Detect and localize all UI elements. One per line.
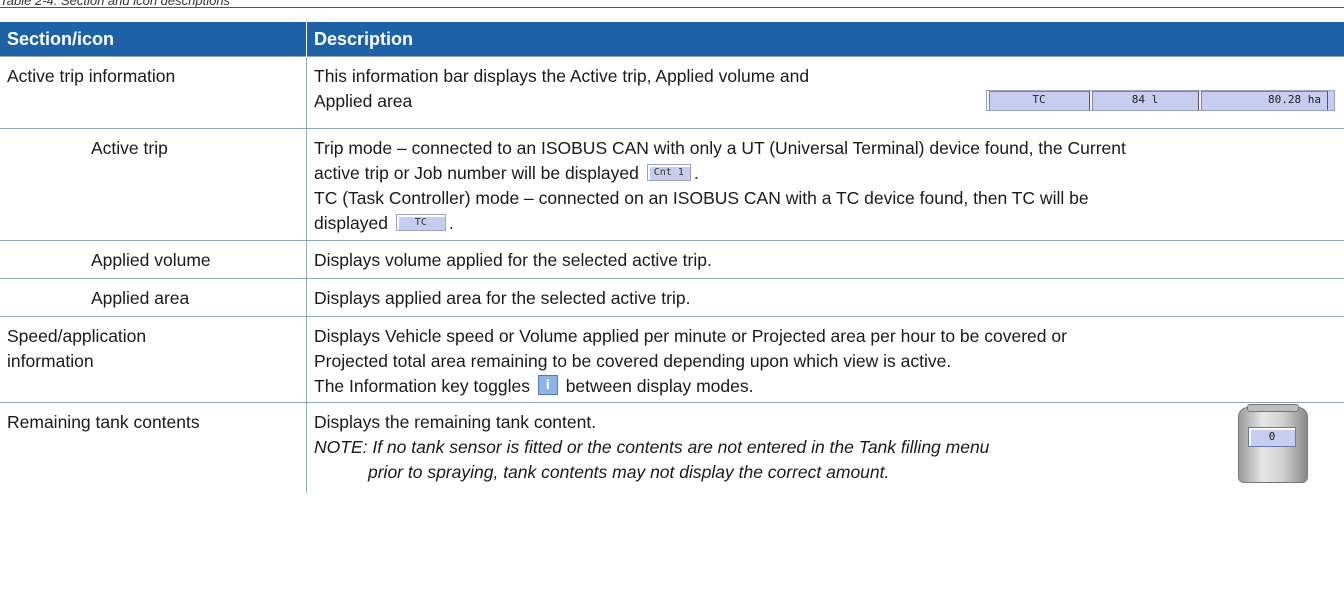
table-row: Speed/application information Displays V… xyxy=(0,316,1344,403)
description-text: Trip mode – connected to an ISOBUS CAN w… xyxy=(314,138,1126,158)
description-text: Displays applied area for the selected a… xyxy=(306,278,1344,317)
description-text: Projected total area remaining to be cov… xyxy=(314,351,952,371)
description-cell: Trip mode – connected to an ISOBUS CAN w… xyxy=(306,128,1344,241)
info-icon: i xyxy=(537,375,558,396)
description-cell: Displays the remaining tank content. NOT… xyxy=(306,402,1344,493)
tank-lid xyxy=(1247,404,1299,412)
section-label: Applied area xyxy=(0,278,307,317)
info-status-bar: TC 84 l 80.28 ha xyxy=(986,90,1335,111)
description-cell: Displays Vehicle speed or Volume applied… xyxy=(306,316,1344,403)
description-cell: This information bar displays the Active… xyxy=(306,56,1344,129)
header-row: Section/icon Description xyxy=(0,22,1344,57)
description-text: displayed xyxy=(314,213,388,233)
table-caption: Table 2-4: Section and icon descriptions xyxy=(0,0,1344,8)
status-trip: TC xyxy=(987,91,1090,110)
description-text: This information bar displays the Active… xyxy=(314,66,810,86)
section-label: Active trip information xyxy=(0,56,307,129)
description-line: displayed TC. xyxy=(314,211,1344,236)
description-text: TC (Task Controller) mode – connected on… xyxy=(314,188,1089,208)
note-text: prior to spraying, tank contents may not… xyxy=(368,462,890,482)
tank-icon: 0 xyxy=(1238,404,1308,483)
note-text: NOTE: If no tank sensor is fitted or the… xyxy=(314,437,990,457)
description-text: Displays Vehicle speed or Volume applied… xyxy=(314,326,1067,346)
status-area: 80.28 ha xyxy=(1199,91,1328,110)
description-text: Displays the remaining tank content. xyxy=(314,412,597,432)
cnt-icon: Cnt 1 xyxy=(646,163,691,181)
descriptions-table: Section/icon Description Active trip inf… xyxy=(0,22,1344,493)
section-label: Remaining tank contents xyxy=(0,402,307,493)
header-section: Section/icon xyxy=(0,22,307,57)
description-text: active trip or Job number will be displa… xyxy=(314,163,639,183)
section-label: Applied volume xyxy=(0,240,307,279)
table-row: Active trip Trip mode – connected to an … xyxy=(0,128,1344,241)
tank-value: 0 xyxy=(1248,427,1296,447)
description-text: . xyxy=(448,213,454,233)
description-text: Displays volume applied for the selected… xyxy=(306,240,1344,279)
description-line: The Information key toggles i between di… xyxy=(314,374,1344,399)
description-text: The Information key toggles xyxy=(314,376,530,396)
status-volume: 84 l xyxy=(1090,91,1199,110)
section-label: Active trip xyxy=(0,128,307,241)
header-description: Description xyxy=(306,22,1344,57)
description-line: active trip or Job number will be displa… xyxy=(314,161,1344,186)
table-row: Applied volume Displays volume applied f… xyxy=(0,240,1344,279)
table-row: Remaining tank contents Displays the rem… xyxy=(0,402,1344,493)
description-text: . xyxy=(693,163,699,183)
description-text: between display modes. xyxy=(565,376,754,396)
table-row: Applied area Displays applied area for t… xyxy=(0,278,1344,317)
tc-icon: TC xyxy=(395,213,446,231)
section-label: Speed/application information xyxy=(0,316,307,403)
table-row: Active trip information This information… xyxy=(0,56,1344,129)
